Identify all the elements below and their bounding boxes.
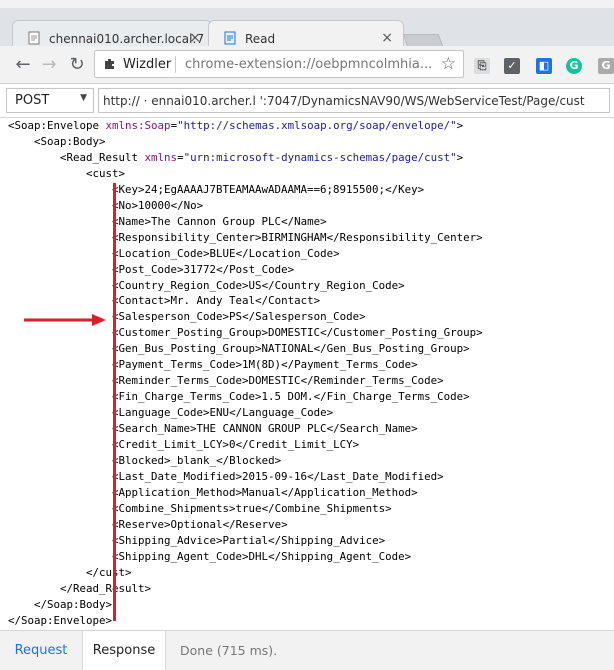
highlight-bracket-line [113, 183, 116, 621]
xml-field-line: <Gen_Bus_Posting_Group>NATIONAL</Gen_Bus… [8, 342, 470, 356]
extension-icon[interactable]: ◧ [536, 58, 552, 74]
extension-icon[interactable]: ⎘ [474, 58, 490, 74]
puzzle-icon [105, 59, 114, 69]
xml-field-line: <Last_Date_Modified>2015-09-16</Last_Dat… [8, 469, 444, 483]
xml-line: </Soap:Body> [8, 597, 113, 611]
xml-line: <Soap:Body> [8, 134, 106, 148]
xml-field-line: <Post_Code>31772</Post_Code> [8, 262, 295, 276]
extension-icon[interactable]: G [598, 58, 614, 74]
tab-request[interactable]: Request [0, 631, 82, 670]
browser-toolbar: ← → ↻ Wizdler chrome-extension://oebpmnc… [0, 46, 614, 84]
xml-line: </Read_Result> [8, 581, 152, 595]
xml-field-line: <Customer_Posting_Group>DOMESTIC</Custom… [8, 326, 483, 340]
xml-field-line: <Reserve>Optional</Reserve> [8, 517, 288, 531]
xml-view: <Soap:Envelope xmlns:Soap="http://schema… [8, 118, 483, 629]
omnibox-url: chrome-extension://oebpmncolmhia... [185, 57, 433, 72]
xml-field-line: <Location_Code>BLUE</Location_Code> [8, 246, 340, 260]
xml-line: </Soap:Envelope> [8, 613, 113, 627]
tab-title: Read [245, 32, 276, 46]
request-bar: POST ▼ http:// · ennai010.archer.l ':704… [0, 84, 614, 118]
omnibox-title: Wizdler [123, 57, 172, 72]
xml-field-line: <Credit_Limit_LCY>0</Credit_Limit_LCY> [8, 438, 360, 452]
close-icon[interactable]: × [189, 30, 201, 46]
back-arrow-icon[interactable]: ← [12, 54, 34, 75]
xml-field-line: <Contact>Mr. Andy Teal</Contact> [8, 294, 321, 308]
xml-field-line: <Fin_Charge_Terms_Code>1.5 DOM.</Fin_Cha… [8, 390, 470, 404]
forward-arrow-icon[interactable]: → [38, 54, 60, 75]
xml-field-line: <Payment_Terms_Code>1M(8D)</Payment_Term… [8, 358, 418, 372]
omnibox-separator [175, 56, 176, 73]
method-select[interactable]: POST ▼ [6, 88, 94, 113]
grammarly-icon[interactable]: G [566, 58, 582, 74]
method-value: POST [15, 93, 50, 108]
response-body: <Soap:Envelope xmlns:Soap="http://schema… [0, 118, 614, 630]
xml-field-line: <Language_Code>ENU</Language_Code> [8, 406, 334, 420]
tab-strip: chennai010.archer.local:7 × Read × [0, 8, 614, 54]
request-url-input[interactable]: http:// · ennai010.archer.l ':7047/Dynam… [98, 88, 610, 113]
xml-field-line: <Combine_Shipments>true</Combine_Shipmen… [8, 501, 392, 515]
xml-field-line: <Responsibility_Center>BIRMINGHAM</Respo… [8, 230, 483, 244]
xml-field-line: <Shipping_Advice>Partial</Shipping_Advic… [8, 533, 386, 547]
status-text: Done (715 ms). [180, 643, 278, 658]
window-top-strip [0, 0, 614, 8]
xml-field-line: <Reminder_Terms_Code>DOMESTIC</Reminder_… [8, 374, 444, 388]
bottom-tabs: Request Response Done (715 ms). [0, 630, 614, 670]
xml-line: <cust> [8, 166, 126, 180]
xml-field-line: <Country_Region_Code>US</Country_Region_… [8, 278, 405, 292]
document-icon [224, 31, 236, 45]
xml-field-line: <Blocked>_blank_</Blocked> [8, 454, 282, 468]
xml-field-line: <Shipping_Agent_Code>DHL</Shipping_Agent… [8, 549, 412, 563]
extension-icon[interactable]: ✓ [504, 58, 520, 74]
chevron-down-icon: ▼ [80, 93, 87, 103]
xml-line: <Read_Result xmlns="urn:microsoft-dynami… [8, 150, 464, 164]
xml-field-line: <Key>24;EgAAAAJ7BTEAMAAwADAAMA==6;891550… [8, 182, 425, 196]
address-bar[interactable]: Wizdler chrome-extension://oebpmncolmhia… [94, 50, 464, 78]
star-icon[interactable]: ☆ [441, 54, 456, 74]
reload-icon[interactable]: ↻ [66, 54, 88, 75]
xml-field-line: <Name>The Cannon Group PLC</Name> [8, 214, 327, 228]
tab-response[interactable]: Response [82, 631, 166, 670]
red-arrow-icon [24, 314, 106, 326]
xml-line: <Soap:Envelope xmlns:Soap="http://schema… [8, 119, 464, 132]
tab-title: chennai010.archer.local:7 [49, 32, 205, 46]
xml-field-line: <Search_Name>THE CANNON GROUP PLC</Searc… [8, 422, 418, 436]
xml-field-line: <No>10000</No> [8, 198, 204, 212]
document-icon [28, 31, 40, 45]
close-icon[interactable]: × [381, 30, 393, 46]
xml-field-line: <Application_Method>Manual</Application_… [8, 485, 418, 499]
